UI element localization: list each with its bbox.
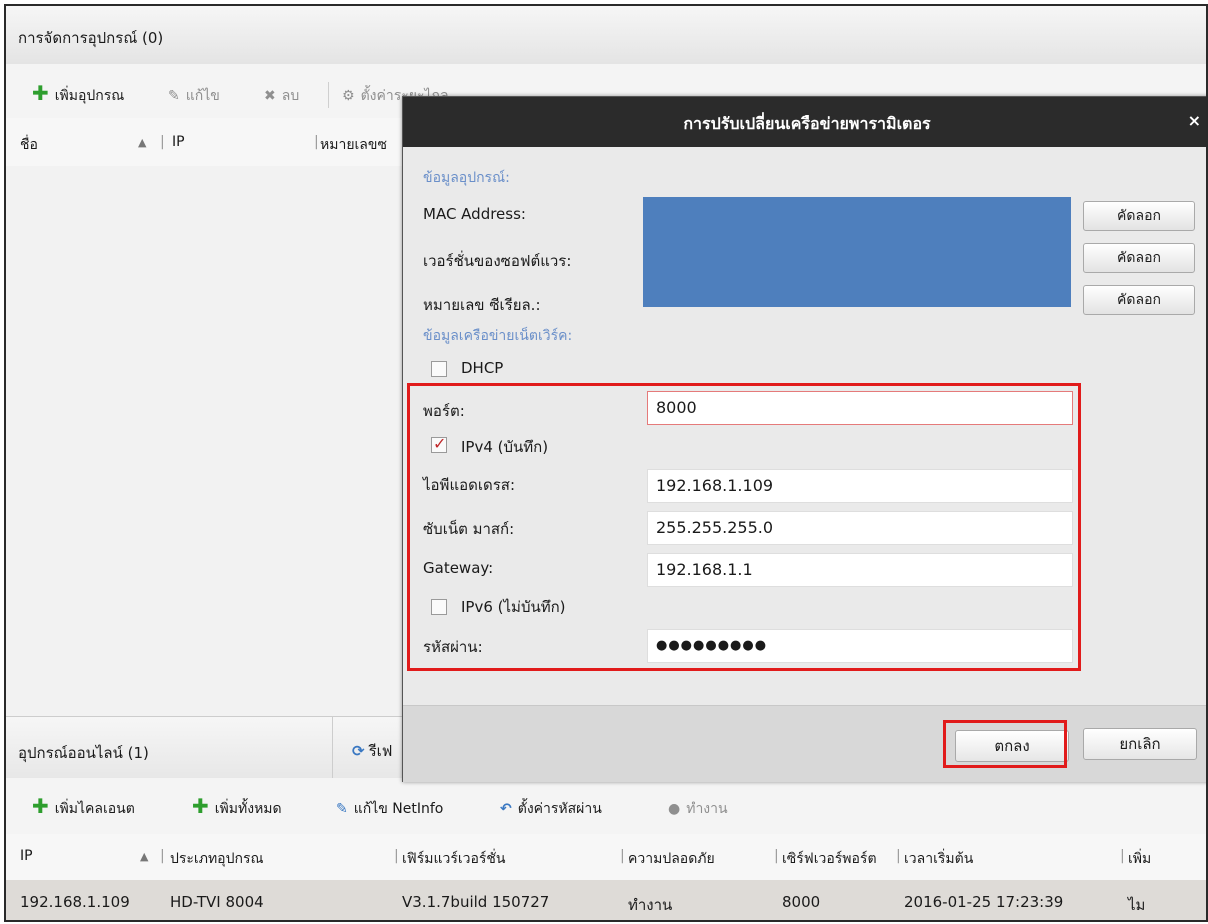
plus-icon: ✚ <box>32 81 49 105</box>
copy-serial-button[interactable]: คัดลอก <box>1083 285 1195 315</box>
online-toolbar: ✚ เพิ่มไคลเอนต ✚ เพิ่มทั้งหมด ✎ แก้ไข NetIn… <box>6 778 1206 835</box>
firmware-label: เวอร์ชั่นของซอฟต์แวร: <box>423 252 572 270</box>
reset-password-button[interactable]: ↶ ตั้งค่ารหัสผ่าน <box>500 798 602 820</box>
column-firmware[interactable]: เฟิร์มแวร์เวอร์ชั่น <box>402 848 506 870</box>
cell-start-time: 2016-01-25 17:23:39 <box>904 893 1064 911</box>
column-divider: | <box>896 848 901 864</box>
network-params-dialog: การปรับเปลี่ยนเครือข่ายพารามิเตอร × ข้อม… <box>402 96 1206 782</box>
dialog-title: การปรับเปลี่ยนเครือข่ายพารามิเตอร <box>683 114 931 133</box>
refresh-icon: ⟳ <box>352 742 365 760</box>
column-divider: | <box>160 848 165 864</box>
column-divider: | <box>160 134 165 150</box>
cell-ip: 192.168.1.109 <box>20 893 130 911</box>
edit-device-button[interactable]: ✎ แก้ไข <box>168 85 220 107</box>
undo-arrow-icon: ↶ <box>500 801 512 817</box>
column-divider: | <box>1120 848 1125 864</box>
dialog-footer: ตกลง ยกเลิก <box>403 705 1206 782</box>
column-divider: | <box>314 134 319 150</box>
lightbulb-icon: ● <box>668 801 681 817</box>
column-security[interactable]: ความปลอดภัย <box>628 848 715 870</box>
column-added[interactable]: เพิ่ม <box>1128 848 1151 870</box>
column-start-time[interactable]: เวลาเริ่มต้น <box>904 848 973 870</box>
device-panel-title: การจัดการอุปกรณ์ (0) <box>18 29 164 47</box>
dhcp-checkbox[interactable] <box>431 361 447 377</box>
cancel-button[interactable]: ยกเลิก <box>1083 728 1197 760</box>
column-divider: | <box>394 848 399 864</box>
cell-security: ทำงาน <box>628 896 673 914</box>
dhcp-label: DHCP <box>461 359 504 377</box>
copy-mac-button[interactable]: คัดลอก <box>1083 201 1195 231</box>
cell-firmware: V3.1.7build 150727 <box>402 893 550 911</box>
app-window: การจัดการอุปกรณ์ (0) ✚ เพิ่มอุปกรณ ✎ แก้ไข… <box>4 4 1208 922</box>
redacted-device-info <box>643 197 1071 307</box>
cell-device-type: HD-TVI 8004 <box>170 893 264 911</box>
network-info-header: ข้อมูลเครือข่ายเน็ตเวิร์ค: <box>423 328 573 344</box>
sort-up-icon[interactable]: ▲ <box>140 850 148 863</box>
delete-device-button[interactable]: ✖ ลบ <box>264 85 299 107</box>
toolbar-divider <box>328 82 329 108</box>
online-panel-title: อุปกรณ์ออนไลน์ (1) <box>18 744 149 762</box>
add-device-button[interactable]: ✚ เพิ่มอุปกรณ <box>32 83 124 107</box>
add-all-button[interactable]: ✚ เพิ่มทั้งหมด <box>192 796 282 820</box>
sort-up-icon[interactable]: ▲ <box>138 136 146 149</box>
column-device-type[interactable]: ประเภทอุปกรณ <box>170 848 263 870</box>
column-server-port[interactable]: เซิร์ฟเวอร์พอร์ต <box>782 848 877 870</box>
ok-highlight-box <box>943 720 1067 768</box>
column-ip[interactable]: IP <box>20 848 33 864</box>
highlight-box <box>407 383 1081 671</box>
edit-icon: ✎ <box>168 88 180 104</box>
delete-icon: ✖ <box>264 88 276 104</box>
serial-label: หมายเลข ซีเรียล.: <box>423 296 541 314</box>
device-info-header: ข้อมูลอุปกรณ์: <box>423 170 510 186</box>
close-icon[interactable]: × <box>1188 111 1201 130</box>
plus-icon: ✚ <box>192 794 209 818</box>
device-panel-header: การจัดการอุปกรณ์ (0) <box>6 6 1206 65</box>
panel-divider <box>332 717 333 779</box>
table-row[interactable]: 192.168.1.109 HD-TVI 8004 V3.1.7build 15… <box>6 880 1206 920</box>
column-name[interactable]: ชื่อ <box>20 134 38 156</box>
dialog-titlebar: การปรับเปลี่ยนเครือข่ายพารามิเตอร × <box>403 97 1206 147</box>
cell-added: ไม <box>1128 896 1146 914</box>
copy-firmware-button[interactable]: คัดลอก <box>1083 243 1195 273</box>
mac-label: MAC Address: <box>423 205 526 223</box>
online-refresh-button[interactable]: ⟳ รีเฟ <box>352 739 392 763</box>
plus-icon: ✚ <box>32 794 49 818</box>
column-ip[interactable]: IP <box>172 134 185 150</box>
cell-server-port: 8000 <box>782 893 821 911</box>
column-divider: | <box>774 848 779 864</box>
column-serial[interactable]: หมายเลขซ <box>320 134 387 156</box>
gear-icon: ⚙ <box>342 88 355 104</box>
edit-icon: ✎ <box>336 801 348 817</box>
edit-netinfo-button[interactable]: ✎ แก้ไข NetInfo <box>336 798 443 820</box>
add-client-button[interactable]: ✚ เพิ่มไคลเอนต <box>32 796 135 820</box>
activate-button[interactable]: ● ทำงาน <box>668 798 728 820</box>
column-divider: | <box>620 848 625 864</box>
online-table-header: IP ▲ | ประเภทอุปกรณ | เฟิร์มแวร์เวอร์ชั่… <box>6 834 1206 881</box>
